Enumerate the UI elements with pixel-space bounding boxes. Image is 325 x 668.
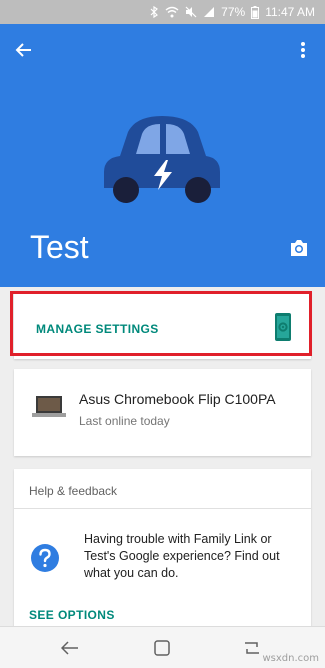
profile-name: Test [30,229,89,265]
status-bar: 77% 11:47 AM [0,0,325,24]
help-title: Help & feedback [29,484,118,498]
help-feedback-card: Help & feedback Having trouble with Fami… [14,469,311,629]
signal-icon [204,7,215,17]
watermark: wsxdn.com [262,653,319,664]
back-arrow-icon [15,43,31,57]
divider [14,508,311,509]
nav-recents-button[interactable] [240,636,264,660]
wifi-icon [165,6,179,18]
nav-back-button[interactable] [58,636,82,660]
device-status: Last online today [79,414,170,428]
car-bolt-icon [104,116,220,203]
more-options-button[interactable] [289,36,317,64]
see-options-link[interactable]: SEE OPTIONS [29,608,115,622]
device-card[interactable]: Asus Chromebook Flip C100PA Last online … [14,369,311,456]
battery-icon [251,5,260,19]
battery-percent: 77% [221,5,246,19]
camera-icon [291,240,307,256]
laptop-icon [32,396,66,417]
back-button[interactable] [10,36,38,64]
mute-icon [185,6,197,18]
change-photo-button[interactable] [285,234,313,262]
home-icon [154,640,170,656]
help-body: Having trouble with Family Link or Test'… [84,532,280,580]
device-name: Asus Chromebook Flip C100PA [79,391,276,407]
profile-header: Test [0,24,325,287]
more-vert-icon [301,42,305,58]
system-nav-bar: wsxdn.com [0,626,325,668]
highlight-box [10,291,312,356]
help-circle-icon [31,544,59,572]
nav-home-button[interactable] [150,636,174,660]
back-icon [61,641,78,655]
recents-icon [245,642,259,654]
bluetooth-icon [150,6,159,18]
status-time: 11:47 AM [265,5,315,19]
